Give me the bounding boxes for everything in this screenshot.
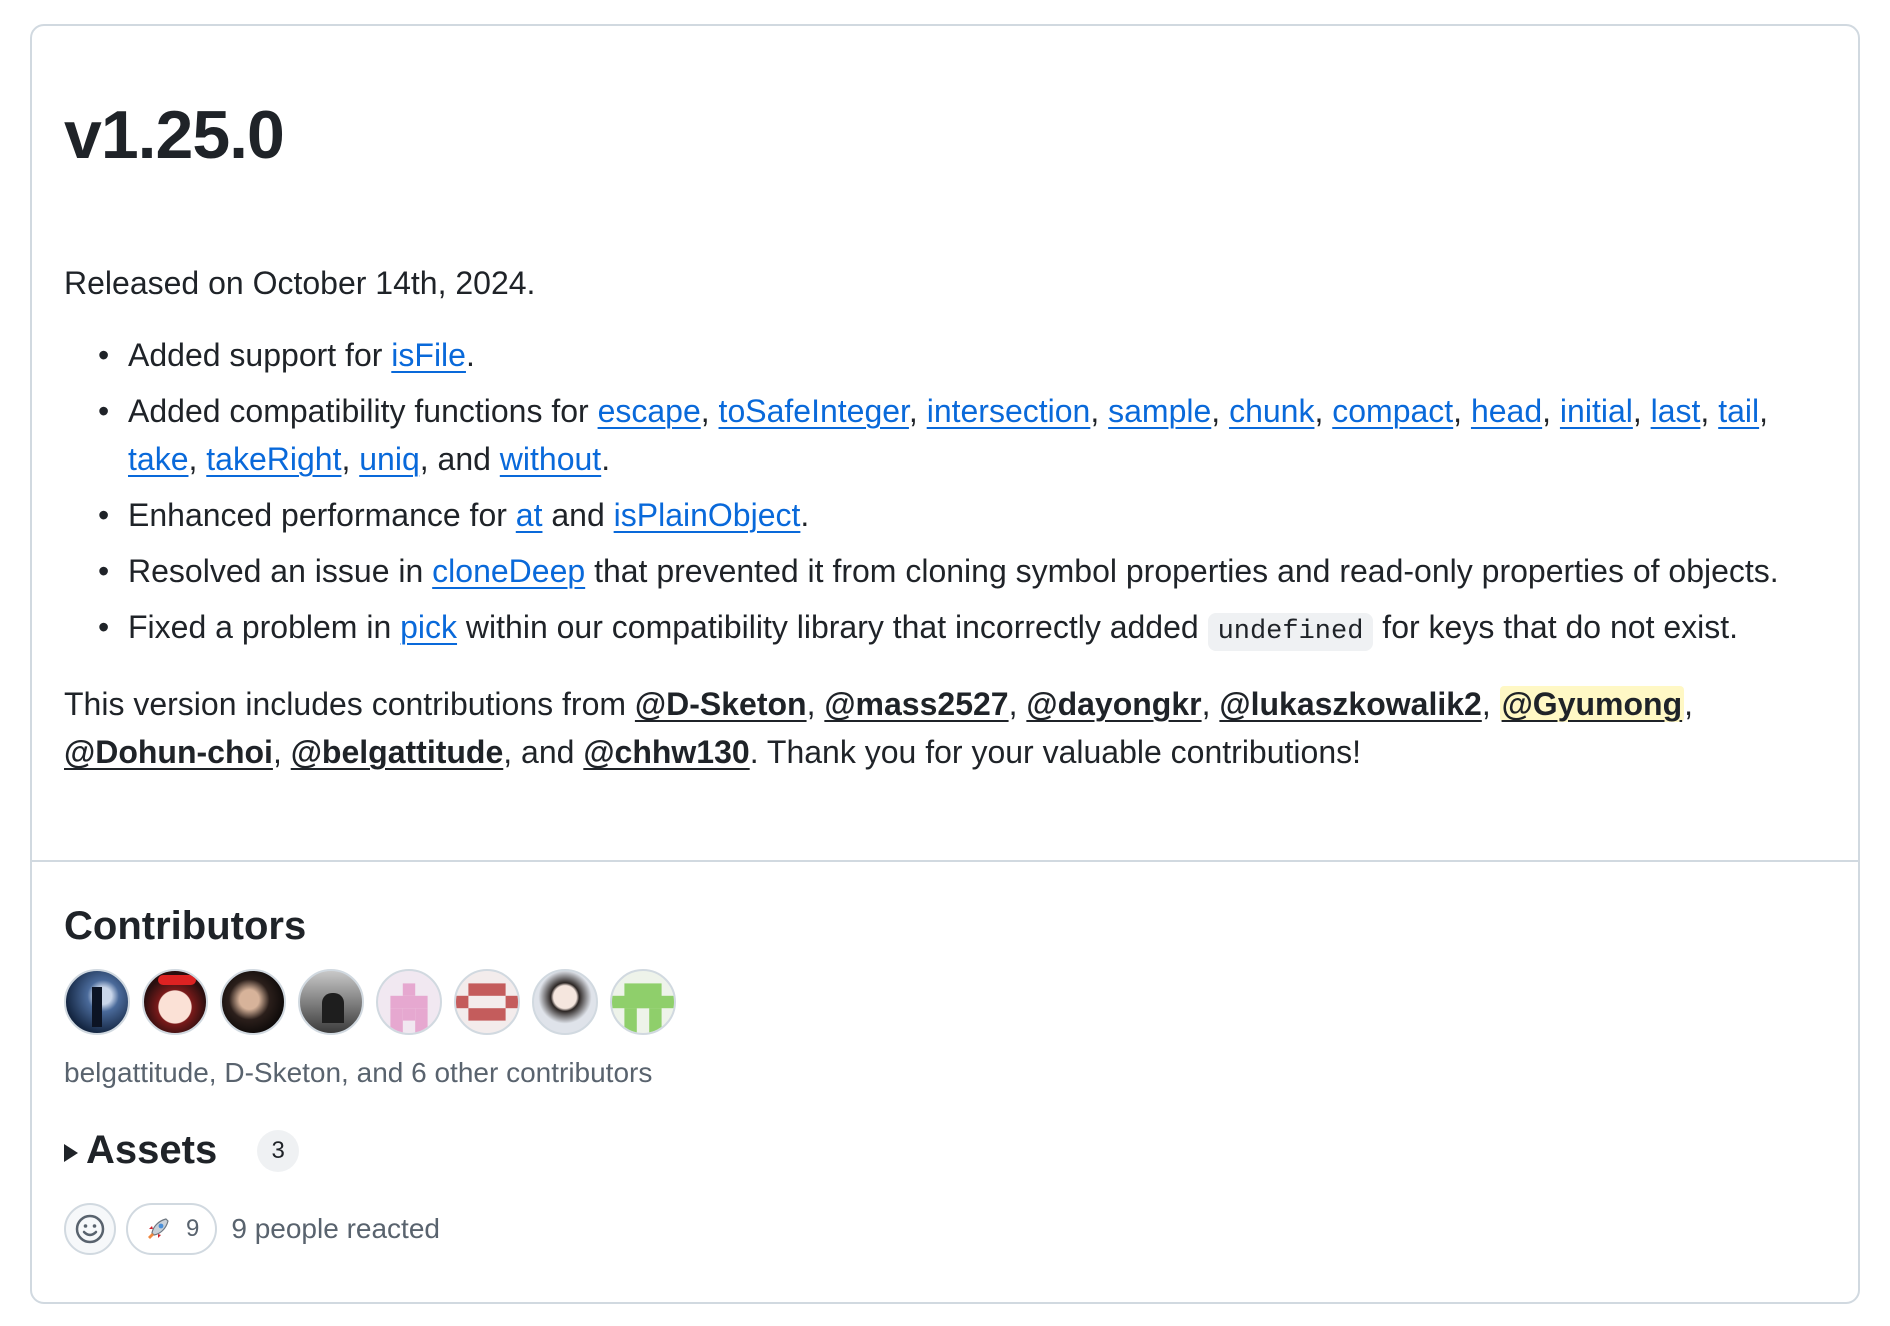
list-item-text: . — [800, 496, 810, 533]
release-date: Released on October 14th, 2024. — [64, 264, 536, 301]
separator: , — [1700, 392, 1719, 429]
user-link-gyumong[interactable]: @Gyumong — [1499, 685, 1685, 722]
user-link-chhw130[interactable]: @chhw130 — [583, 734, 749, 770]
reactions-bar: 9 9 people reacted — [64, 1203, 1826, 1256]
separator: , — [1453, 392, 1471, 429]
link-pick[interactable]: pick — [400, 609, 457, 645]
separator: , — [1314, 392, 1333, 429]
list-item-text: within our compatibility library that in… — [457, 608, 1208, 645]
link-clonedeep[interactable]: cloneDeep — [432, 553, 585, 589]
separator: , — [272, 733, 291, 770]
paragraph-text: . Thank you for your valuable contributi… — [749, 733, 1361, 770]
avatar[interactable] — [220, 969, 286, 1035]
list-item-text: Added support for — [128, 336, 392, 373]
link-intersection[interactable]: intersection — [927, 393, 1091, 429]
reaction-count: 9 — [186, 1215, 200, 1243]
user-link-belgattitude[interactable]: @belgattitude — [291, 734, 504, 770]
paragraph-text: This version includes contributions from — [64, 685, 635, 722]
list-item: Fixed a problem in pick within our compa… — [98, 603, 1826, 656]
user-link-d-sketon[interactable]: @D-Sketon — [635, 686, 807, 722]
avatar[interactable] — [376, 969, 442, 1035]
assets-heading: Assets — [86, 1128, 218, 1173]
list-item: Enhanced performance for at and isPlainO… — [98, 491, 1826, 539]
smiley-icon — [75, 1214, 105, 1244]
list-item-text: Enhanced performance for — [128, 496, 516, 533]
link-compact[interactable]: compact — [1332, 393, 1453, 429]
identicon — [612, 983, 674, 1033]
separator: , — [1008, 685, 1027, 722]
avatar[interactable] — [298, 969, 364, 1035]
list-item: Added compatibility functions for escape… — [98, 387, 1826, 483]
changes-list: Added support for isFile. Added compatib… — [64, 331, 1826, 656]
avatar[interactable] — [610, 969, 676, 1035]
avatar[interactable] — [64, 969, 130, 1035]
list-item-text: and — [542, 496, 614, 533]
separator: , — [1542, 392, 1560, 429]
link-chunk[interactable]: chunk — [1229, 393, 1314, 429]
contributor-avatars — [64, 969, 1826, 1035]
link-tosafeinteger[interactable]: toSafeInteger — [719, 393, 909, 429]
link-initial[interactable]: initial — [1560, 393, 1633, 429]
link-escape[interactable]: escape — [598, 393, 701, 429]
list-item-text: . — [465, 336, 475, 373]
list-item-text: Resolved an issue in — [128, 552, 433, 589]
separator: , — [1211, 392, 1230, 429]
link-sample[interactable]: sample — [1108, 393, 1211, 429]
avatar[interactable] — [142, 969, 208, 1035]
identicon — [390, 983, 428, 1033]
user-link-dayongkr[interactable]: @dayongkr — [1026, 686, 1201, 722]
inline-code: undefined — [1207, 612, 1374, 651]
list-item-text: Fixed a problem in — [128, 608, 401, 645]
separator: , — [341, 440, 360, 477]
link-at[interactable]: at — [516, 497, 543, 533]
separator: , and — [503, 733, 584, 770]
contributions-paragraph: This version includes contributions from… — [64, 680, 1826, 776]
separator: , — [1201, 685, 1220, 722]
separator: , — [188, 440, 207, 477]
release-title: v1.25.0 — [64, 97, 285, 173]
reactions-summary: 9 people reacted — [231, 1213, 440, 1245]
list-item-text: . — [601, 440, 611, 477]
list-item-text: that prevented it from cloning symbol pr… — [585, 552, 1779, 589]
link-take[interactable]: take — [128, 441, 188, 477]
link-tail[interactable]: tail — [1718, 393, 1759, 429]
list-item-text: for keys that do not exist. — [1373, 608, 1739, 645]
separator: , — [700, 392, 719, 429]
rocket-icon — [148, 1218, 169, 1240]
user-link-lukaszkowalik2[interactable]: @lukaszkowalik2 — [1219, 686, 1481, 722]
list-item: Resolved an issue in cloneDeep that prev… — [98, 547, 1826, 595]
separator: , — [806, 685, 825, 722]
add-reaction-button[interactable] — [64, 1203, 116, 1256]
link-last[interactable]: last — [1651, 393, 1701, 429]
release-footer: Contributors belgattitude, D-Sketon, and… — [32, 862, 1858, 1256]
link-isplainobject[interactable]: isPlainObject — [614, 497, 801, 533]
link-without[interactable]: without — [500, 441, 601, 477]
assets-toggle[interactable]: Assets 3 — [64, 1128, 1826, 1173]
avatar[interactable] — [532, 969, 598, 1035]
link-takeright[interactable]: takeRight — [206, 441, 341, 477]
identicon — [456, 983, 518, 1021]
separator: , and — [419, 440, 500, 477]
separator: , — [1090, 392, 1109, 429]
separator: , — [1684, 685, 1694, 722]
link-head[interactable]: head — [1471, 393, 1542, 429]
link-isfile[interactable]: isFile — [391, 337, 466, 373]
separator: , — [908, 392, 927, 429]
link-uniq[interactable]: uniq — [359, 441, 420, 477]
separator: , — [1759, 392, 1768, 429]
release-card: v1.25.0 Released on October 14th, 2024. … — [30, 24, 1860, 1304]
separator: , — [1632, 392, 1651, 429]
list-item: Added support for isFile. — [98, 331, 1826, 379]
contributors-summary: belgattitude, D-Sketon, and 6 other cont… — [64, 1057, 653, 1088]
avatar[interactable] — [454, 969, 520, 1035]
assets-count-badge: 3 — [257, 1129, 300, 1172]
separator: , — [1481, 685, 1500, 722]
caret-right-icon — [64, 1143, 78, 1162]
user-link-dohun-choi[interactable]: @Dohun-choi — [64, 734, 273, 770]
rocket-reaction-button[interactable]: 9 — [126, 1203, 218, 1256]
list-item-text: Added compatibility functions for — [128, 392, 598, 429]
contributors-heading: Contributors — [64, 904, 307, 948]
release-body: v1.25.0 Released on October 14th, 2024. … — [32, 26, 1858, 862]
user-link-mass2527[interactable]: @mass2527 — [824, 686, 1008, 722]
